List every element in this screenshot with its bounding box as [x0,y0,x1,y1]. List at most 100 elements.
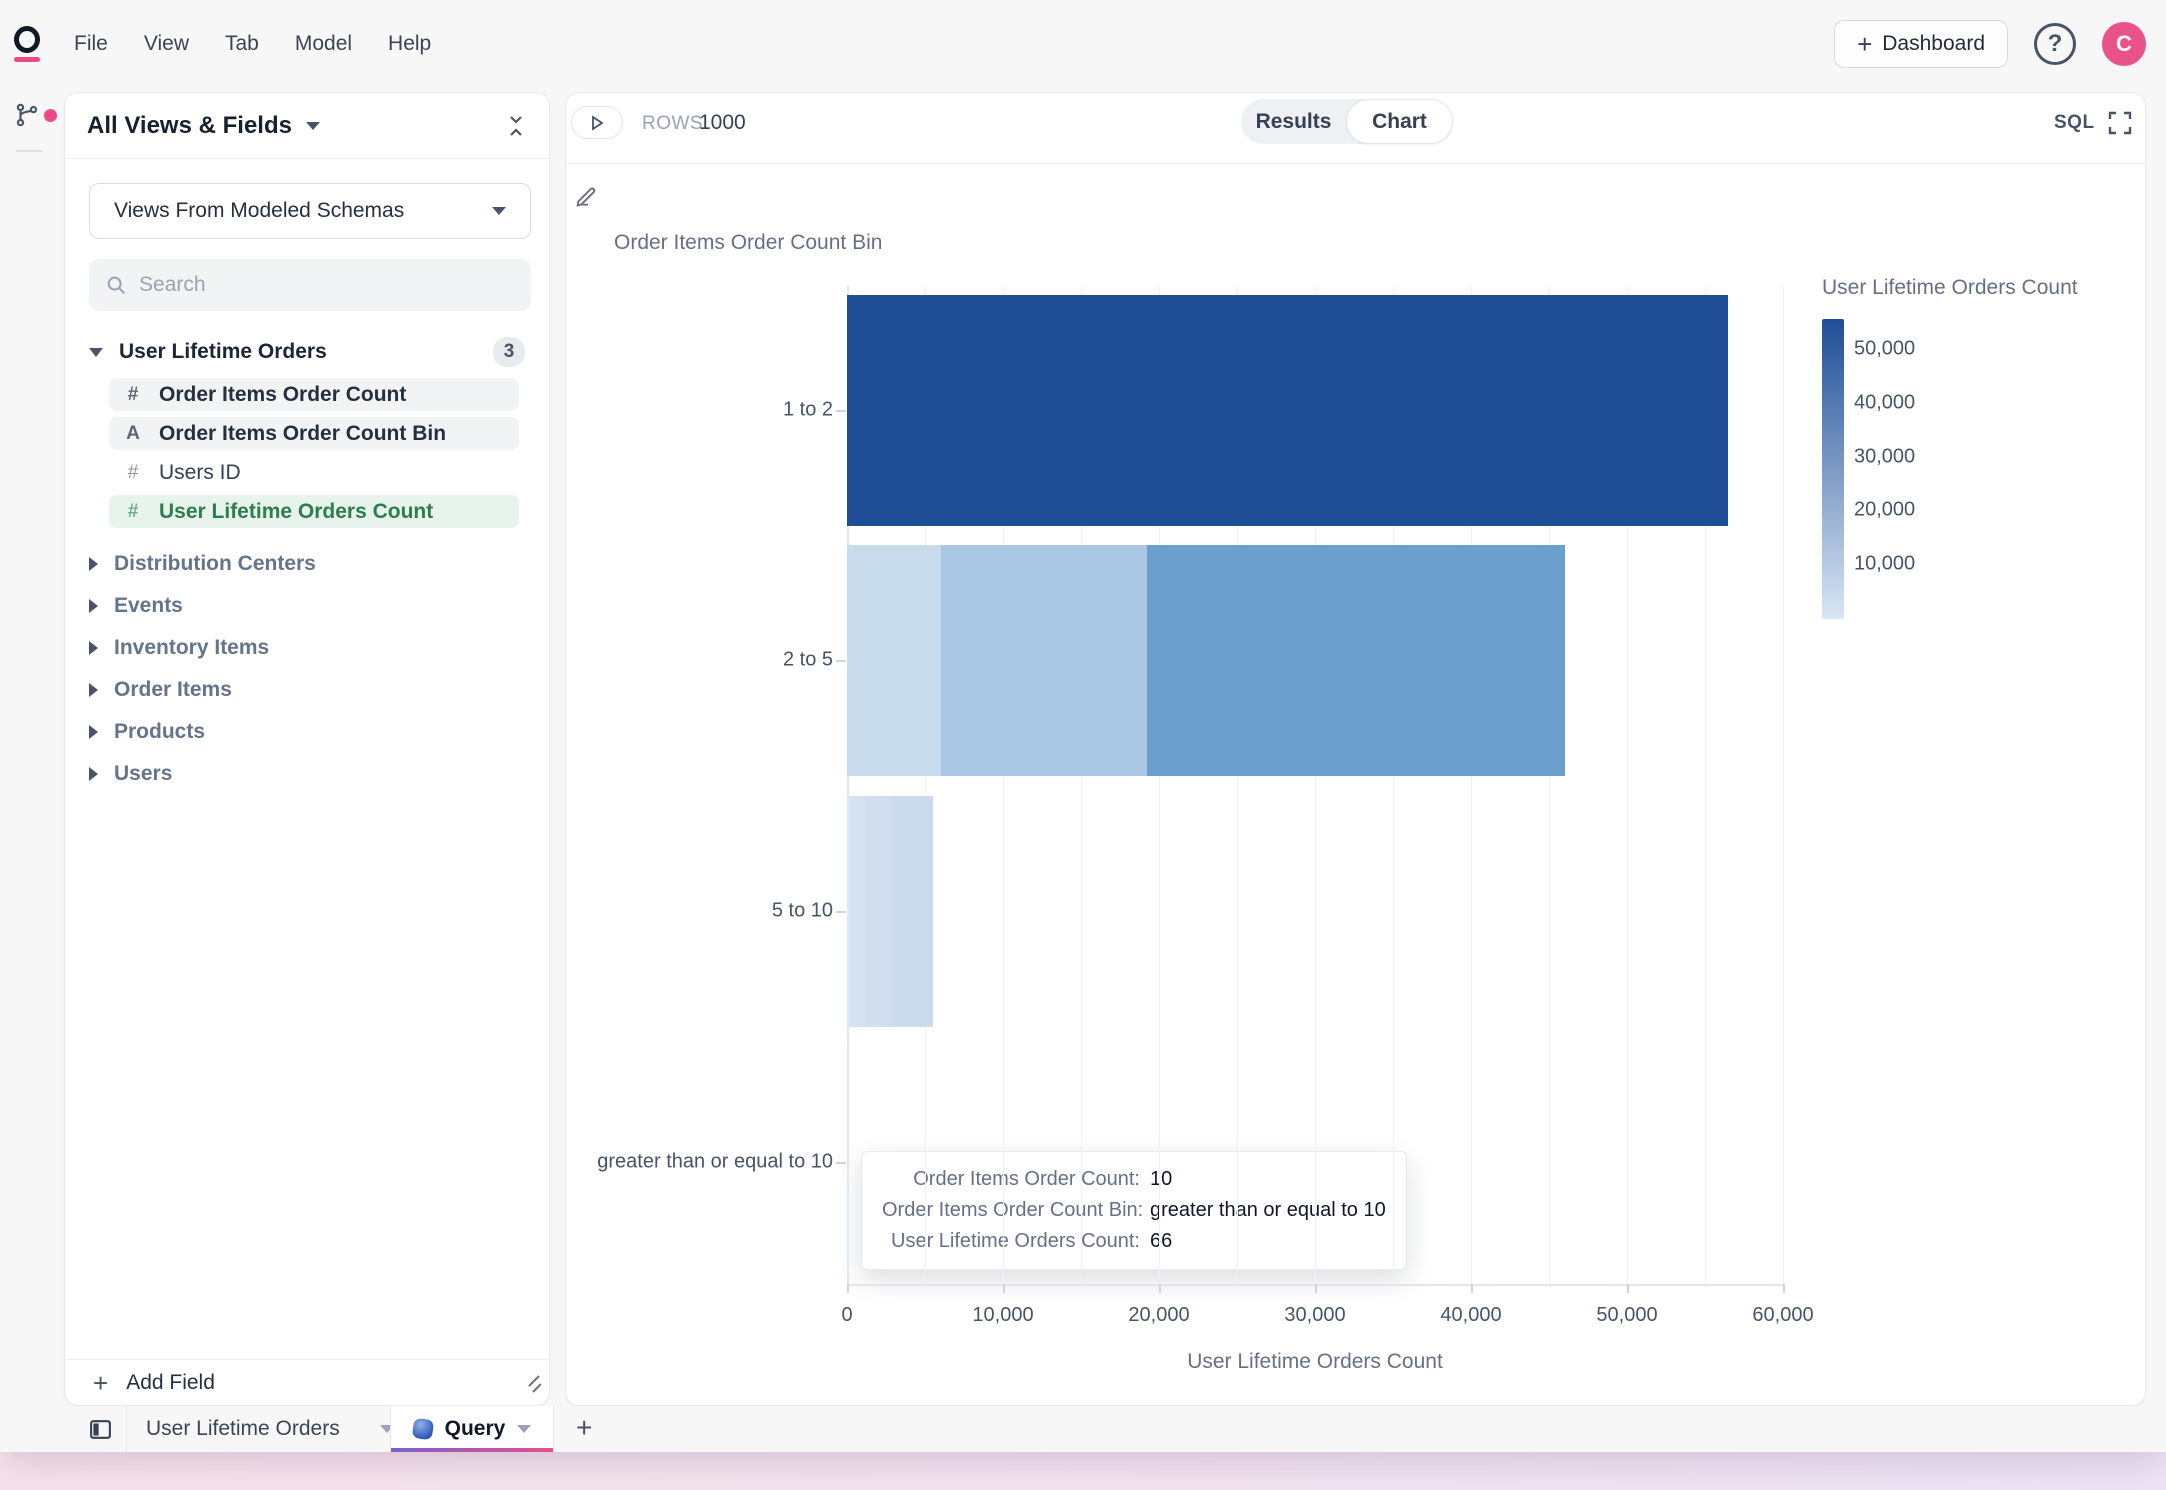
tooltip-label: User Lifetime Orders Count: [882,1230,1140,1253]
new-dashboard-button[interactable]: + Dashboard [1834,20,2008,68]
x-tick-label: 60,000 [1752,1304,1813,1327]
tree-section-products[interactable]: Products [65,713,549,751]
topbar: File View Tab Model Help + Dashboard ? C [0,0,2166,88]
x-tick [847,1284,849,1293]
omni-logo-o [14,26,40,53]
omni-logo[interactable] [14,26,44,68]
view-switcher: ResultsChart [1241,99,1453,144]
add-field-button[interactable]: + Add Field [65,1359,549,1405]
tree-section-label: Distribution Centers [114,552,316,576]
tree-section-distribution-centers[interactable]: Distribution Centers [65,545,549,583]
field-label: Order Items Order Count [159,383,406,407]
bar-2-to-5[interactable] [847,545,1565,776]
y-tick [836,660,846,662]
menu-view[interactable]: View [144,32,189,56]
number-type-icon: # [123,462,143,484]
x-tick [1003,1284,1005,1293]
x-axis-title: User Lifetime Orders Count [847,1350,1783,1374]
x-tick-label: 50,000 [1596,1304,1657,1327]
tree-section-user-lifetime-orders[interactable]: User Lifetime Orders 3 [65,333,549,371]
tree-section-label: Products [114,720,205,744]
y-tick [836,911,846,913]
x-tick-label: 0 [841,1304,852,1327]
chevron-down-icon [492,207,506,215]
chart-canvas: Order Items Order Count Bin Order Items … [566,164,2145,1406]
plus-icon: + [1857,31,1872,57]
resize-icon [515,1372,541,1394]
legend-label: 20,000 [1854,499,1915,522]
rows-label: ROWS [642,113,703,135]
category-label: 2 to 5 [583,649,833,672]
new-dashboard-label: Dashboard [1882,32,1985,56]
collapse-all-button[interactable] [505,114,527,138]
x-tick-label: 30,000 [1284,1304,1345,1327]
add-tab-button[interactable]: + [576,1412,592,1444]
bar-segment [1147,545,1565,776]
category-label: greater than or equal to 10 [583,1151,833,1174]
field-count-badge: 3 [493,337,525,367]
tooltip-value: 10 [1150,1168,1172,1191]
fields-sidebar: All Views & Fields Views From Modeled Sc… [64,92,550,1406]
collection-tab[interactable]: User Lifetime Orders [146,1406,394,1452]
menu-model[interactable]: Model [295,32,352,56]
tree-section-users[interactable]: Users [65,755,549,793]
tooltip-row: Order Items Order Count Bin:greater than… [882,1199,1386,1222]
tree-section-events[interactable]: Events [65,587,549,625]
sidebar-resize-handle[interactable] [515,1372,541,1399]
field-item-order-items-order-count-bin[interactable]: AOrder Items Order Count Bin [109,417,519,450]
category-label: 5 to 10 [583,900,833,923]
chart-y-axis-title: Order Items Order Count Bin [614,231,882,255]
menu-file[interactable]: File [74,32,108,56]
tooltip-row: Order Items Order Count:10 [882,1168,1386,1191]
menu-tab[interactable]: Tab [225,32,259,56]
help-icon[interactable]: ? [2034,23,2076,65]
bar-segment [847,295,1728,526]
tooltip-row: User Lifetime Orders Count:66 [882,1230,1386,1253]
sql-button[interactable]: SQL [2054,112,2095,134]
x-tick [1471,1284,1473,1293]
bar-segment [941,545,1147,776]
field-item-user-lifetime-orders-count[interactable]: #User Lifetime Orders Count [109,495,519,528]
bar-greater-than-or-equal-to-10[interactable] [847,1047,848,1278]
field-label: Users ID [159,461,241,485]
fullscreen-icon[interactable] [2107,110,2133,141]
sidebar-title: All Views & Fields [87,112,292,140]
chevron-down-icon[interactable] [306,122,320,130]
y-tick [836,410,846,412]
chevron-down-icon [89,348,103,357]
field-item-users-id[interactable]: # Users ID [109,456,519,489]
view-tab-results[interactable]: Results [1241,99,1346,144]
chevron-right-icon [89,599,98,613]
legend-label: 50,000 [1854,338,1915,361]
schema-select[interactable]: Views From Modeled Schemas [89,183,531,239]
play-icon [588,114,606,132]
rows-value: 1000 [699,111,746,135]
bar-1-to-2[interactable] [847,295,1728,526]
tree-section-label: User Lifetime Orders [119,340,327,364]
tree-section-order-items[interactable]: Order Items [65,671,549,709]
chevron-right-icon [89,767,98,781]
schema-select-value: Views From Modeled Schemas [114,199,404,223]
tab-query[interactable]: Query [390,1406,554,1452]
tree-section-label: Inventory Items [114,636,269,660]
bar-5-to-10[interactable] [847,796,933,1027]
chevron-right-icon [89,641,98,655]
run-query-button[interactable] [571,106,623,139]
search-input[interactable] [139,273,515,297]
legend-label: 40,000 [1854,392,1915,415]
bar-segment [847,1047,848,1278]
legend-label: 30,000 [1854,446,1915,469]
app-window: File View Tab Model Help + Dashboard ? C All… [0,0,2166,1452]
menu-bar: File View Tab Model Help [74,0,431,88]
tree-section-label: Order Items [114,678,232,702]
menu-help[interactable]: Help [388,32,431,56]
field-item-order-items-order-count[interactable]: #Order Items Order Count [109,378,519,411]
sidebar-header: All Views & Fields [65,93,549,159]
tree-section-inventory-items[interactable]: Inventory Items [65,629,549,667]
y-tick [836,1162,846,1164]
sidebar-toggle-button[interactable] [88,1417,113,1447]
view-tab-chart[interactable]: Chart [1346,99,1453,144]
bar-segment [847,545,941,776]
model-branch-button[interactable] [14,102,57,128]
avatar[interactable]: C [2102,22,2146,66]
